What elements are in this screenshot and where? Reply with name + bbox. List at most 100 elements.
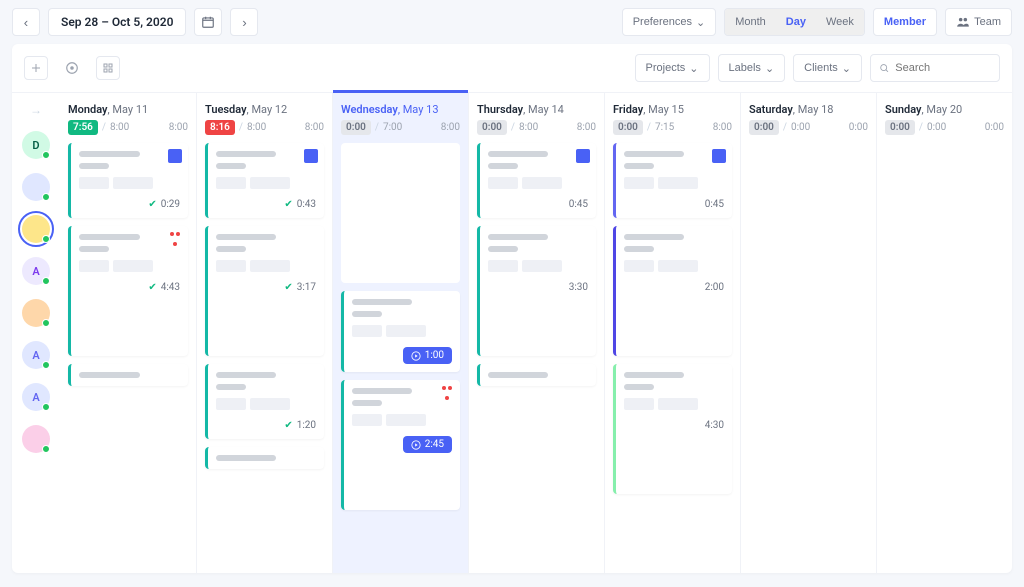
- card-footer: 2:00: [624, 282, 724, 293]
- timer-pill[interactable]: 1:00: [403, 347, 452, 364]
- view-month[interactable]: Month: [725, 9, 776, 35]
- preferences-button[interactable]: Preferences ⌄: [622, 8, 717, 36]
- task-card[interactable]: 0:45: [477, 143, 596, 218]
- calendar-icon: [168, 149, 182, 163]
- card-time: 0:45: [569, 199, 588, 210]
- card-footer: 0:45: [624, 199, 724, 210]
- team-button[interactable]: Team: [945, 8, 1012, 36]
- user-avatar[interactable]: [22, 299, 50, 327]
- plan-time: 8:00: [247, 122, 266, 133]
- task-card[interactable]: 4:30: [613, 364, 732, 494]
- calendar-icon: [304, 149, 318, 163]
- tracked-badge: 0:00: [885, 120, 915, 135]
- task-card[interactable]: 2:00: [613, 226, 732, 356]
- add-button[interactable]: [24, 56, 48, 80]
- filter-labels-label: Labels: [729, 62, 761, 74]
- task-card[interactable]: [68, 364, 188, 386]
- filter-labels[interactable]: Labels ⌄: [718, 54, 786, 82]
- capacity-time: 8:00: [577, 122, 596, 133]
- plan-time: 8:00: [519, 122, 538, 133]
- user-avatar[interactable]: [22, 215, 50, 243]
- day-title: Wednesday, May 13: [341, 103, 460, 116]
- member-button[interactable]: Member: [873, 8, 937, 36]
- plan-time: 0:00: [927, 122, 946, 133]
- day-meta: 0:00/7:158:00: [613, 120, 732, 135]
- capacity-time: 0:00: [985, 122, 1004, 133]
- tracked-badge: 8:16: [205, 120, 235, 135]
- user-avatar[interactable]: [22, 173, 50, 201]
- team-label: Team: [974, 16, 1001, 28]
- task-card[interactable]: ✔0:43: [205, 143, 324, 218]
- check-icon: ✔: [148, 282, 156, 293]
- task-card[interactable]: ✔3:17: [205, 226, 324, 356]
- search-box[interactable]: [870, 54, 1000, 82]
- day-column: Wednesday, May 130:00/7:008:001:002:45: [332, 93, 468, 573]
- day-title: Friday, May 15: [613, 103, 732, 116]
- tracked-badge: 0:00: [477, 120, 507, 135]
- filter-clients[interactable]: Clients ⌄: [793, 54, 862, 82]
- check-icon: ✔: [148, 199, 156, 210]
- filter-projects[interactable]: Projects ⌄: [635, 54, 710, 82]
- user-avatar[interactable]: A: [22, 383, 50, 411]
- day-column: Monday, May 117:56/8:008:00✔0:29✔4:43: [60, 93, 196, 573]
- card-footer: 0:45: [488, 199, 588, 210]
- plus-icon: [30, 62, 42, 74]
- chevron-down-icon: ⌄: [842, 62, 851, 75]
- content: → DAAA Monday, May 117:56/8:008:00✔0:29✔…: [12, 93, 1012, 573]
- timer-pill[interactable]: 2:45: [403, 436, 452, 453]
- card-footer: 2:45: [352, 436, 452, 453]
- card-time: 3:30: [569, 282, 588, 293]
- target-button[interactable]: [60, 56, 84, 80]
- target-icon: [65, 61, 79, 75]
- card-time: 0:43: [297, 199, 316, 210]
- card-footer: ✔ 4:43: [79, 282, 180, 293]
- task-card[interactable]: [205, 447, 324, 469]
- capacity-time: 8:00: [169, 122, 188, 133]
- date-range[interactable]: Sep 28 – Oct 5, 2020: [48, 8, 186, 36]
- calendar-icon: [576, 149, 590, 163]
- capacity-time: 8:00: [441, 122, 460, 133]
- search-icon: [879, 62, 889, 74]
- plan-time: 7:00: [383, 122, 402, 133]
- view-day[interactable]: Day: [776, 9, 816, 35]
- search-input[interactable]: [895, 62, 991, 74]
- task-card[interactable]: ✔ 0:29: [68, 143, 188, 218]
- day-header: Wednesday, May 130:00/7:008:00: [341, 103, 460, 135]
- user-avatar[interactable]: [22, 425, 50, 453]
- day-column: Thursday, May 140:00/8:008:000:453:30: [468, 93, 604, 573]
- day-title: Thursday, May 14: [477, 103, 596, 116]
- user-avatar[interactable]: A: [22, 341, 50, 369]
- task-card[interactable]: 0:45: [613, 143, 732, 218]
- prev-week-button[interactable]: ‹: [12, 8, 40, 36]
- priority-icon: [440, 386, 454, 400]
- grid-button[interactable]: [96, 56, 120, 80]
- day-column: Tuesday, May 128:16/8:008:00✔0:43✔3:17✔1…: [196, 93, 332, 573]
- user-avatar[interactable]: A: [22, 257, 50, 285]
- next-week-button[interactable]: ›: [230, 8, 258, 36]
- view-week[interactable]: Week: [816, 9, 864, 35]
- task-card[interactable]: ✔ 4:43: [68, 226, 188, 356]
- day-meta: 0:00/0:000:00: [749, 120, 868, 135]
- day-column: Sunday, May 200:00/0:000:00: [876, 93, 1012, 573]
- card-time: 0:29: [161, 199, 180, 210]
- task-card[interactable]: 2:45: [341, 380, 460, 510]
- chevron-down-icon: ⌄: [696, 16, 705, 29]
- chevron-down-icon: ⌄: [765, 62, 774, 75]
- user-avatar[interactable]: D: [22, 131, 50, 159]
- day-header: Sunday, May 200:00/0:000:00: [885, 103, 1004, 135]
- task-card[interactable]: 3:30: [477, 226, 596, 356]
- preferences-label: Preferences: [633, 16, 692, 28]
- task-card[interactable]: ✔1:20: [205, 364, 324, 439]
- card-footer: ✔1:20: [216, 420, 316, 431]
- task-card[interactable]: 1:00: [341, 291, 460, 372]
- day-title: Saturday, May 18: [749, 103, 868, 116]
- task-card[interactable]: [341, 143, 460, 283]
- day-title: Sunday, May 20: [885, 103, 1004, 116]
- card-time: 4:43: [161, 282, 180, 293]
- calendar-icon: [201, 15, 215, 29]
- calendar-picker-button[interactable]: [194, 8, 222, 36]
- card-time: 2:00: [705, 282, 724, 293]
- task-card[interactable]: [477, 364, 596, 386]
- plan-time: 7:15: [655, 122, 674, 133]
- expand-sidebar-icon[interactable]: →: [30, 103, 42, 117]
